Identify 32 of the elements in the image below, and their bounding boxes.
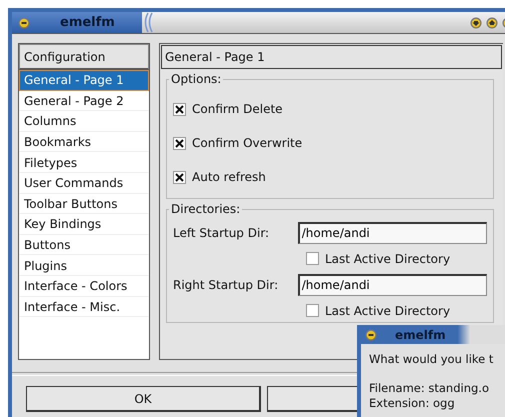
checkbox[interactable] — [306, 304, 319, 317]
dialog-text: Extension: ogg — [369, 396, 456, 411]
checkbox[interactable] — [173, 136, 186, 150]
directory-field[interactable]: /home/andi — [298, 274, 487, 296]
category-item[interactable]: Toolbar Buttons — [19, 194, 149, 214]
category-item[interactable]: General - Page 1 — [19, 70, 149, 91]
checkbox-label: Confirm Delete — [192, 102, 283, 116]
group-legend: Options: — [169, 72, 224, 86]
dialog-text: What would you like t — [369, 352, 494, 367]
dialog-text: Filename: standing.o — [369, 381, 490, 396]
checkbox-label: Last Active Directory — [325, 304, 450, 318]
group-legend: Directories: — [169, 202, 242, 216]
ok-button[interactable]: OK — [26, 386, 261, 412]
window-title: emelfm — [60, 15, 115, 30]
field-label: Right Startup Dir: — [173, 278, 280, 292]
checkbox-label: Confirm Overwrite — [192, 136, 302, 150]
maximize-icon[interactable] — [486, 16, 498, 28]
checkbox[interactable] — [173, 170, 186, 184]
checkbox[interactable] — [306, 252, 319, 265]
directory-field[interactable]: /home/andi — [298, 222, 487, 244]
checkbox-label: Auto refresh — [192, 170, 266, 184]
checkbox[interactable] — [173, 102, 186, 116]
list-header: Configuration — [19, 44, 149, 70]
checkbox-label: Last Active Directory — [325, 252, 450, 266]
category-item[interactable]: General - Page 2 — [19, 90, 149, 112]
window-menu-icon[interactable] — [18, 16, 30, 28]
field-label: Left Startup Dir: — [173, 226, 270, 240]
page-title: General - Page 1 — [161, 45, 502, 69]
dialog-title: emelfm — [395, 328, 446, 342]
window-menu-icon[interactable] — [365, 328, 377, 340]
category-item[interactable]: Interface - Misc. — [19, 296, 149, 318]
minimize-icon[interactable] — [470, 16, 482, 28]
